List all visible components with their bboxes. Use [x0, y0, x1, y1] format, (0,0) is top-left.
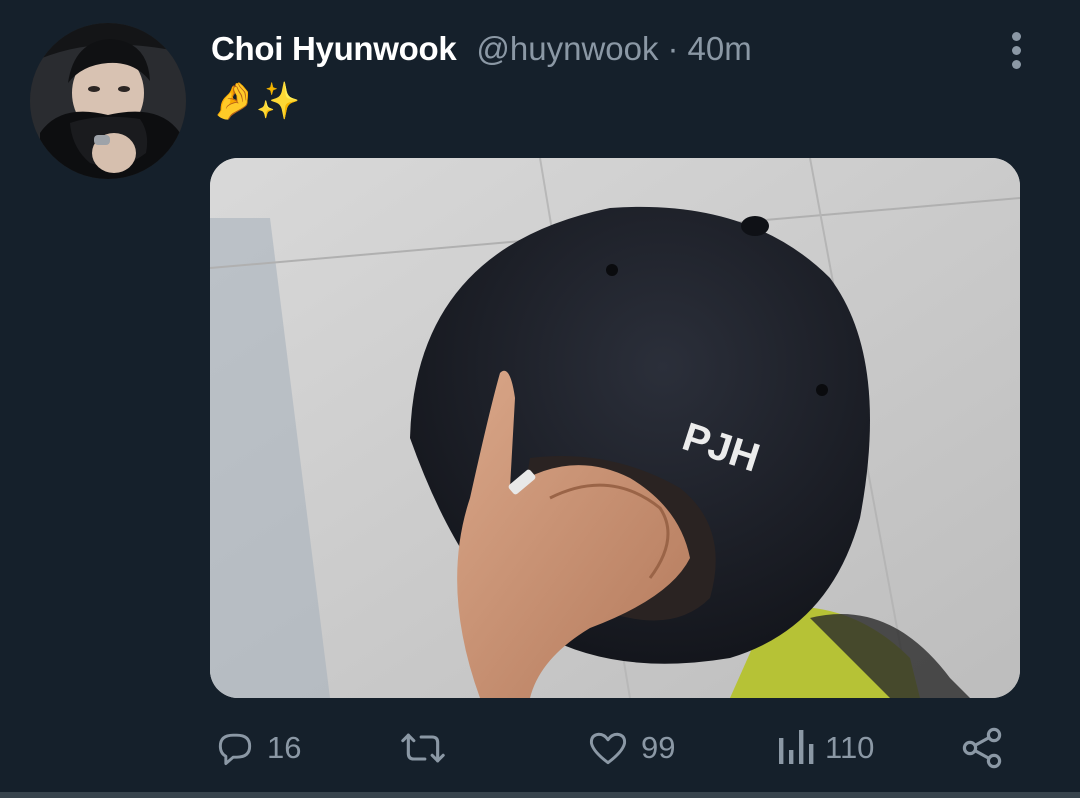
- tweet-photo[interactable]: PJH: [210, 158, 1020, 698]
- retweet-button[interactable]: [397, 720, 459, 776]
- timestamp[interactable]: 40m: [688, 30, 752, 68]
- separator: ·: [667, 30, 679, 67]
- like-count: 99: [641, 730, 676, 765]
- retweet-icon: [397, 726, 449, 770]
- tweet-text: 🤌✨: [211, 81, 301, 122]
- reply-icon: [213, 726, 257, 770]
- more-options-icon[interactable]: [1005, 30, 1029, 72]
- display-name[interactable]: Choi Hyunwook: [211, 30, 457, 68]
- avatar[interactable]: [30, 23, 186, 179]
- reply-count: 16: [267, 730, 302, 765]
- heart-icon: [585, 726, 631, 770]
- tweet-actions: 16 99 110: [0, 720, 1080, 776]
- views-button[interactable]: 110: [775, 720, 874, 776]
- share-button[interactable]: [958, 720, 1006, 776]
- views-icon: [775, 726, 815, 770]
- like-button[interactable]: 99: [585, 720, 675, 776]
- user-handle[interactable]: @huynwook: [476, 30, 658, 68]
- tweet[interactable]: Choi Hyunwook @huynwook · 40m 🤌✨ PJH 16 …: [0, 0, 1080, 798]
- divider: [0, 792, 1080, 798]
- reply-button[interactable]: 16: [213, 720, 301, 776]
- views-count: 110: [825, 730, 875, 765]
- share-icon: [958, 724, 1006, 772]
- tweet-header: Choi Hyunwook @huynwook · 40m: [211, 30, 752, 74]
